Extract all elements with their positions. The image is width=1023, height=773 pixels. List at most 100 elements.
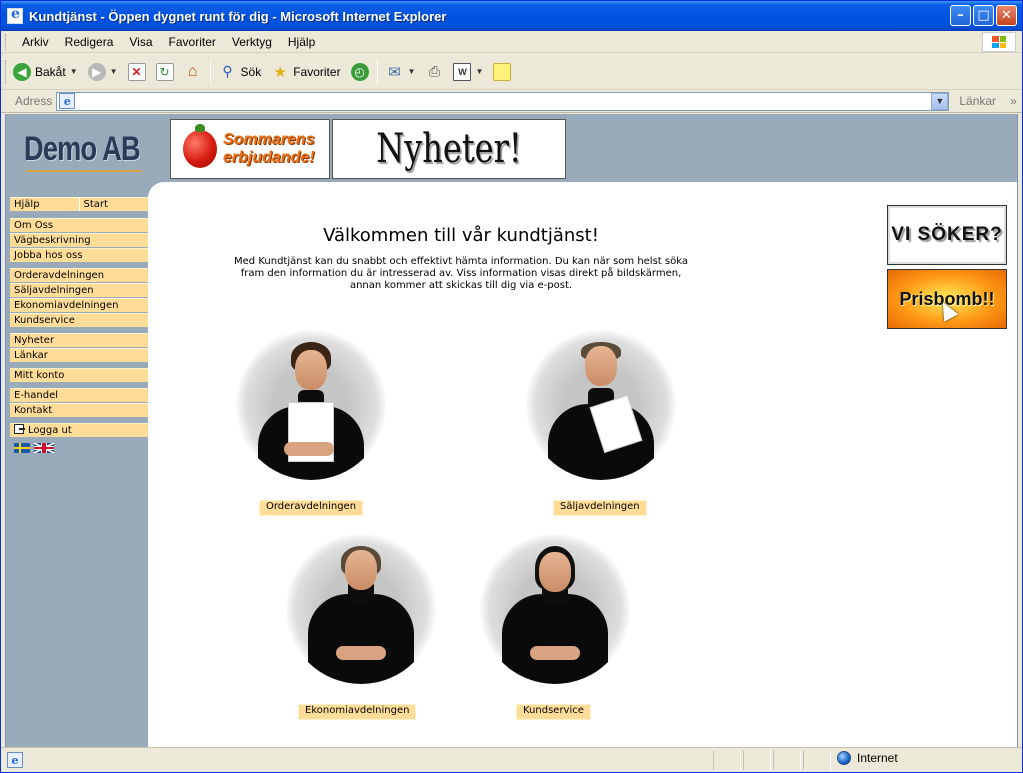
page-icon: e xyxy=(59,93,76,109)
logout-icon xyxy=(14,424,25,434)
dept-label-kundservice[interactable]: Kundservice xyxy=(516,704,591,720)
ie-icon xyxy=(7,6,23,24)
page-title: Välkommen till vår kundtjänst! xyxy=(323,225,599,246)
sidebar-nav: Hjälp Start Om Oss Vägbeskrivning Jobba … xyxy=(10,197,148,453)
maximize-button[interactable]: □ xyxy=(973,5,994,26)
nav-item-vagbeskrivning[interactable]: Vägbeskrivning xyxy=(10,233,148,247)
nav-item-om-oss[interactable]: Om Oss xyxy=(10,218,148,232)
menu-favoriter[interactable]: Favoriter xyxy=(161,33,224,51)
search-icon: ⚲ xyxy=(222,63,233,79)
swedish-flag-icon[interactable] xyxy=(14,443,30,453)
chevron-down-icon[interactable]: ▼ xyxy=(70,67,78,76)
links-label[interactable]: Länkar xyxy=(959,94,996,108)
star-icon: ★ xyxy=(273,63,287,81)
site-logo[interactable]: Demo AB xyxy=(24,130,141,174)
stop-icon: ✕ xyxy=(127,62,146,81)
nav-group-departments: Orderavdelningen Säljavdelningen Ekonomi… xyxy=(10,268,148,327)
nav-item-jobba-hos-oss[interactable]: Jobba hos oss xyxy=(10,248,148,262)
history-button[interactable]: ◴ xyxy=(346,58,374,86)
history-icon: ◴ xyxy=(350,62,369,81)
nav-group-about: Om Oss Vägbeskrivning Jobba hos oss xyxy=(10,218,148,262)
nav-item-orderavdelningen[interactable]: Orderavdelningen xyxy=(10,268,148,282)
status-cell xyxy=(803,751,831,770)
dept-label-orderavdelningen[interactable]: Orderavdelningen xyxy=(259,500,364,516)
sales-department-photo[interactable] xyxy=(526,330,676,480)
news-banner-text: Nyheter! xyxy=(376,126,522,172)
toolbar-grip xyxy=(5,33,8,50)
title-bar[interactable]: Kundtjänst - Öppen dygnet runt för dig -… xyxy=(1,1,1022,31)
chevron-down-icon[interactable]: ▼ xyxy=(475,67,483,76)
menu-redigera[interactable]: Redigera xyxy=(57,33,122,51)
logout-button[interactable]: Logga ut xyxy=(10,423,148,437)
nav-group-account: Mitt konto xyxy=(10,368,148,382)
window-title: Kundtjänst - Öppen dygnet runt för dig -… xyxy=(29,8,447,24)
security-zone: Internet xyxy=(837,751,898,765)
window-controls: – □ ✕ xyxy=(950,5,1017,26)
customer-service-photo[interactable] xyxy=(480,534,630,684)
address-input[interactable] xyxy=(75,92,932,110)
back-arrow-icon: ◀ xyxy=(13,62,31,81)
close-button[interactable]: ✕ xyxy=(996,5,1017,26)
nav-item-e-handel[interactable]: E-handel xyxy=(10,388,148,402)
jobs-ad-banner[interactable]: VI SÖKER? xyxy=(887,205,1007,265)
edit-button[interactable]: W ▼ xyxy=(448,58,488,86)
toolbar-separator xyxy=(376,59,378,84)
chevron-down-icon[interactable]: ▼ xyxy=(408,67,416,76)
page-status-icon: e xyxy=(7,752,23,768)
nav-item-saljavdelningen[interactable]: Säljavdelningen xyxy=(10,283,148,297)
windows-logo-icon xyxy=(982,32,1016,52)
links-toolbar[interactable]: Länkar » xyxy=(959,94,1016,108)
menu-verktyg[interactable]: Verktyg xyxy=(224,33,280,51)
menu-hjalp[interactable]: Hjälp xyxy=(280,33,323,51)
nav-item-kontakt[interactable]: Kontakt xyxy=(10,403,148,417)
order-department-photo[interactable] xyxy=(236,330,386,480)
minimize-button[interactable]: – xyxy=(950,5,971,26)
summer-offer-banner[interactable]: Sommarens erbjudande! xyxy=(170,119,330,179)
nav-item-lankar[interactable]: Länkar xyxy=(10,348,148,362)
finance-department-photo[interactable] xyxy=(286,534,436,684)
zone-label: Internet xyxy=(857,751,898,765)
address-bar: Adress e ▼ Länkar » xyxy=(1,90,1022,113)
nav-group-news: Nyheter Länkar xyxy=(10,333,148,362)
home-icon: ⌂ xyxy=(187,62,198,80)
nav-item-nyheter[interactable]: Nyheter xyxy=(10,333,148,347)
address-field[interactable]: e ▼ xyxy=(56,91,950,111)
print-button[interactable]: ⎙ xyxy=(420,58,448,86)
mail-button[interactable]: ✉ ▼ xyxy=(381,58,421,86)
search-button[interactable]: ⚲ Sök xyxy=(214,58,267,86)
nav-group-shop: E-handel Kontakt xyxy=(10,388,148,417)
menu-arkiv[interactable]: Arkiv xyxy=(14,33,57,51)
stop-button[interactable]: ✕ xyxy=(123,58,151,86)
back-label: Bakåt xyxy=(35,64,66,79)
back-button[interactable]: ◀ Bakåt ▼ xyxy=(8,58,83,86)
nav-group-top: Hjälp Start xyxy=(10,197,148,212)
menu-visa[interactable]: Visa xyxy=(121,33,160,51)
nav-item-hjalp[interactable]: Hjälp xyxy=(10,197,79,211)
forward-button[interactable]: ▶ ▼ xyxy=(83,58,123,86)
news-banner[interactable]: Nyheter! xyxy=(332,119,566,179)
favorites-label: Favoriter xyxy=(293,64,341,79)
status-bar: e Internet xyxy=(1,747,1022,772)
dept-label-saljavdelningen[interactable]: Säljavdelningen xyxy=(553,500,647,516)
menu-bar: Arkiv Redigera Visa Favoriter Verktyg Hj… xyxy=(1,31,1022,53)
nav-item-mitt-konto[interactable]: Mitt konto xyxy=(10,368,148,382)
forward-arrow-icon: ▶ xyxy=(87,62,106,81)
address-label: Adress xyxy=(15,94,53,108)
chevron-right-icon[interactable]: » xyxy=(1010,94,1017,108)
browser-window: Kundtjänst - Öppen dygnet runt för dig -… xyxy=(0,0,1023,773)
refresh-button[interactable]: ↻ xyxy=(151,58,179,86)
nav-item-kundservice[interactable]: Kundservice xyxy=(10,313,148,327)
english-flag-icon[interactable] xyxy=(34,443,54,453)
dept-label-ekonomiavdelningen[interactable]: Ekonomiavdelningen xyxy=(298,704,417,720)
nav-group-logout: Logga ut xyxy=(10,423,148,437)
discuss-button[interactable] xyxy=(488,58,516,86)
standard-toolbar: ◀ Bakåt ▼ ▶ ▼ ✕ ↻ ⌂ ⚲ Sök ★ Favoriter ◴ xyxy=(1,54,1022,90)
tomato-icon xyxy=(183,124,217,168)
chevron-down-icon[interactable]: ▼ xyxy=(110,67,118,76)
nav-item-start[interactable]: Start xyxy=(78,197,148,211)
home-button[interactable]: ⌂ xyxy=(179,58,207,86)
mail-icon: ✉ xyxy=(388,63,401,81)
favorites-button[interactable]: ★ Favoriter xyxy=(266,58,345,86)
chevron-down-icon[interactable]: ▼ xyxy=(931,92,949,110)
nav-item-ekonomiavdelningen[interactable]: Ekonomiavdelningen xyxy=(10,298,148,312)
